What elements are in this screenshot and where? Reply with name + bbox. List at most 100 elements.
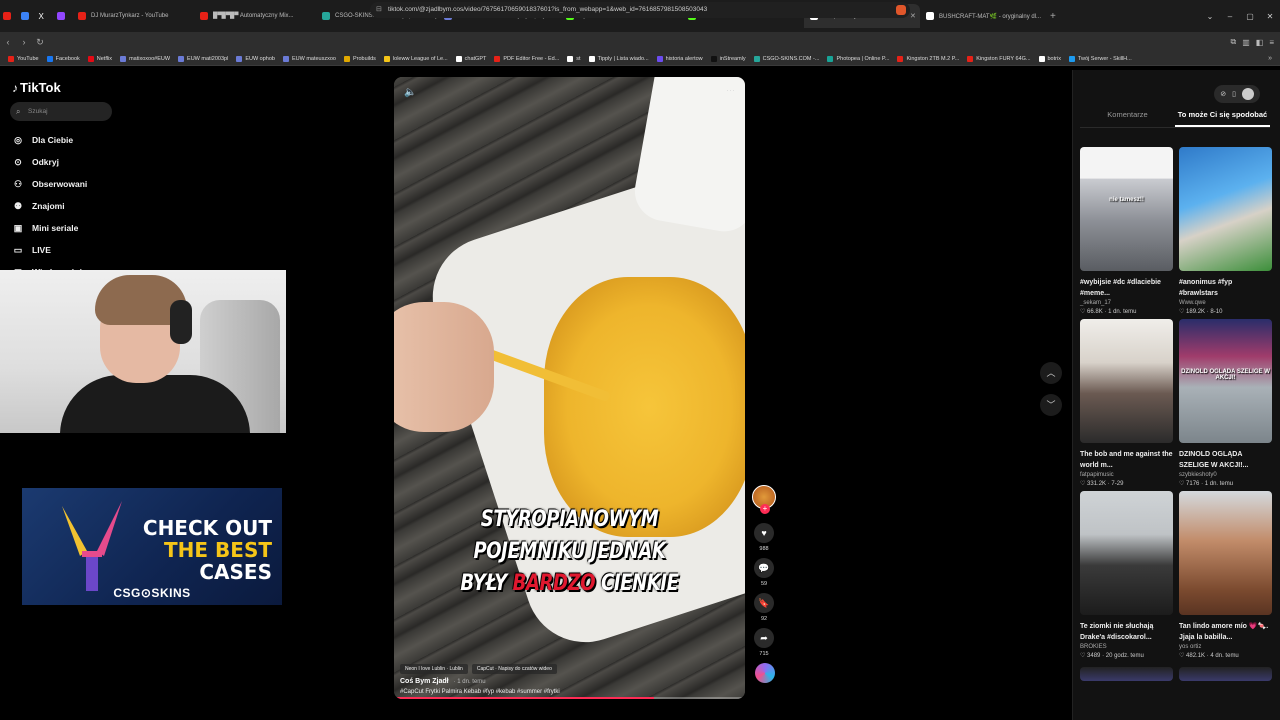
phone-icon[interactable]: ▯ [1232,90,1236,98]
recommended-video-card[interactable]: Tan lindo amore mío 💗🍬. Jjaja la babilla… [1179,491,1272,659]
author-name[interactable]: Coś Bym Zjadł [400,678,449,685]
site-info-icon[interactable]: ⊟ [376,2,382,18]
brave-shield-icon[interactable] [896,5,906,15]
sidebar-item[interactable]: ⚇ Obserwowani [12,173,87,195]
bookmark-item[interactable]: YouTube [8,55,39,62]
bookmark-item[interactable]: CSGO-SKINS.COM -... [753,55,819,62]
extensions-icon[interactable]: ⧉ [1230,37,1236,47]
bookmark-item[interactable]: st [567,55,581,62]
video-title[interactable]: Tan lindo amore mío 💗🍬. Jjaja la babilla… [1179,621,1272,643]
bookmark-item[interactable]: Kingston FURY 64G... [967,55,1031,62]
bookmark-item[interactable]: botrix [1038,55,1061,62]
bookmark-item[interactable]: inStreamly [710,55,746,62]
sidebar-item[interactable]: ▣ Mini seriale [12,217,87,239]
video-author[interactable]: yos ortiz [1179,644,1272,650]
video-thumbnail[interactable] [1179,147,1272,271]
bookmark-item[interactable]: Netflix [87,55,112,62]
sidebar-item[interactable]: ◎ Dla Ciebie [12,129,87,151]
recommended-video-card[interactable]: The bob and me against the world m... fat… [1080,319,1173,487]
bookmarks-overflow-icon[interactable]: » [1268,52,1272,66]
tab-recommended[interactable]: To może Ci się spodobać [1175,110,1270,127]
video-title[interactable]: #wybijsie #dc #dlaciebie #meme... [1080,277,1173,299]
like-button[interactable]: ♥ 988 [752,523,776,552]
video-thumbnail-partial[interactable] [1179,667,1272,681]
capcut-pill[interactable]: CapCut · Napisy do czatów wideo [471,664,557,674]
recommended-video-card[interactable]: DZINOLD OGLĄDA SZELIGE W AKCJI! DZINOLD O… [1179,319,1272,487]
browser-tab[interactable]: BUSHCRAFT-MAT🌿 - oryginalny dl... [920,4,1042,28]
bookmark-item[interactable]: matixoxoo#EUW [120,55,170,62]
sidebar-item[interactable]: ⚉ Znajomi [12,195,87,217]
profile-avatar[interactable] [1242,88,1254,100]
recommended-video-card[interactable]: Te ziomki nie słuchają Drake'a #discokar… [1080,491,1173,659]
reload-icon[interactable]: ↻ [32,37,48,48]
save-button[interactable]: 🔖 92 [752,593,776,622]
bookmark-item[interactable]: Kingston 2TB M.2 P... [897,55,959,62]
bookmark-item[interactable]: EUW mateuszxoo [282,55,336,62]
tab-comments[interactable]: Komentarze [1080,110,1175,127]
video-thumbnail[interactable]: nie tamesz!! [1080,147,1173,271]
bookmark-item[interactable]: chatGPT [455,55,486,62]
forward-icon[interactable]: › [16,37,32,47]
close-window-icon[interactable]: ✕ [1260,12,1280,21]
recommended-video-card[interactable]: nie tamesz!! #wybijsie #dc #dlaciebie #me… [1080,147,1173,315]
maximize-icon[interactable]: ▢ [1240,12,1260,21]
bookmark-item[interactable]: Tipply | Lista wiado... [588,55,649,62]
recommended-video-card[interactable]: #anonimus #fyp #brawlstars Www.qwe ♡ 189.2… [1179,147,1272,315]
more-options-icon[interactable]: ··· [726,85,735,95]
sidebar-icon[interactable]: ▥ [1242,38,1250,47]
video-title[interactable]: The bob and me against the world m... [1080,449,1173,471]
bookmark-item[interactable]: Photopea | Online P... [827,55,889,62]
tiktok-logo[interactable]: ♪ TikTok [12,80,61,95]
chevron-down-icon[interactable]: ⌄ [1200,12,1220,21]
video-thumbnail[interactable] [1179,491,1272,615]
browser-tab[interactable] [54,4,72,28]
bookmark-item[interactable]: PDF Editor Free - Ed... [494,55,559,62]
video-author[interactable]: szybkieshoty0 [1179,472,1272,478]
sidebar-item[interactable]: ▭ LIVE [12,239,87,261]
creator-avatar[interactable]: + [752,485,776,514]
location-pill[interactable]: Neon I love Lublin · Lublin [400,664,468,674]
video-thumbnail[interactable] [1080,491,1173,615]
browser-tab[interactable]: DJ MurarzTynkarz - YouTube [72,4,194,28]
video-author[interactable]: fatpapimusic [1080,472,1173,478]
bookmark-item[interactable]: Facebook [46,55,80,62]
bookmark-item[interactable]: Probuilds [343,55,376,62]
video-player[interactable]: 🔈 ··· STYROPIANOWYM POJEMNIKU JEDNAK BYŁ… [394,77,745,699]
sidebar-item[interactable]: ⊙ Odkryj [12,151,87,173]
browser-tab[interactable] [18,4,36,28]
video-title[interactable]: Te ziomki nie słuchają Drake'a #discokar… [1080,621,1173,643]
video-thumbnail[interactable]: DZINOLD OGLĄDA SZELIGE W AKCJI! [1179,319,1272,443]
menu-icon[interactable]: ≡ [1269,38,1274,47]
new-tab-button[interactable]: + [1042,11,1064,22]
video-thumbnail[interactable] [1080,319,1173,443]
music-disc-icon[interactable] [755,663,775,683]
bookmark-item[interactable]: EUW ophob [236,55,275,62]
browser-tab[interactable]: X [36,4,54,28]
browser-tab[interactable] [0,4,18,28]
video-author[interactable]: _sekam_17 [1080,300,1173,306]
search-input[interactable]: ⌕ Szukaj [10,102,112,121]
follow-plus-icon[interactable]: + [760,504,770,514]
video-author[interactable]: BROKIES [1080,644,1173,650]
video-hashtags[interactable]: #CapCut Frytki Palmira Kebab #fyp #kebab… [400,689,740,695]
url-field[interactable]: ⊟ tiktok.com/@zjadlbym.cos/video/7675617… [370,2,910,18]
close-tab-icon[interactable]: ✕ [910,12,916,20]
wallet-icon[interactable]: ◧ [1256,38,1264,47]
video-author[interactable]: Www.qwe [1179,300,1272,306]
video-title[interactable]: DZINOLD OGLĄDA SZELIGE W AKCJI!... [1179,449,1272,471]
video-thumbnail-partial[interactable] [1080,667,1173,681]
next-video-icon[interactable]: ﹀ [1040,394,1062,416]
minimize-icon[interactable]: – [1220,12,1240,21]
volume-icon[interactable]: 🔈 [404,87,416,98]
share-button[interactable]: ➦ 715 [752,628,776,657]
back-icon[interactable]: ‹ [0,37,16,47]
bookmark-item[interactable]: EUW mati2003pl [178,55,228,62]
bookmark-item[interactable]: historia alertow [656,55,703,62]
comment-button[interactable]: 💬 59 [752,558,776,587]
browser-tab[interactable]: █▀█▀█▀ Automatyczny Mix... [194,4,316,28]
previous-video-icon[interactable]: ︿ [1040,362,1062,384]
bookmark-item[interactable]: Twój Serwer - SkillH... [1068,55,1132,62]
video-progress-bar[interactable] [394,697,745,699]
bookmark-item[interactable]: loleww League of Le... [383,55,448,62]
video-title[interactable]: #anonimus #fyp #brawlstars [1179,277,1272,299]
